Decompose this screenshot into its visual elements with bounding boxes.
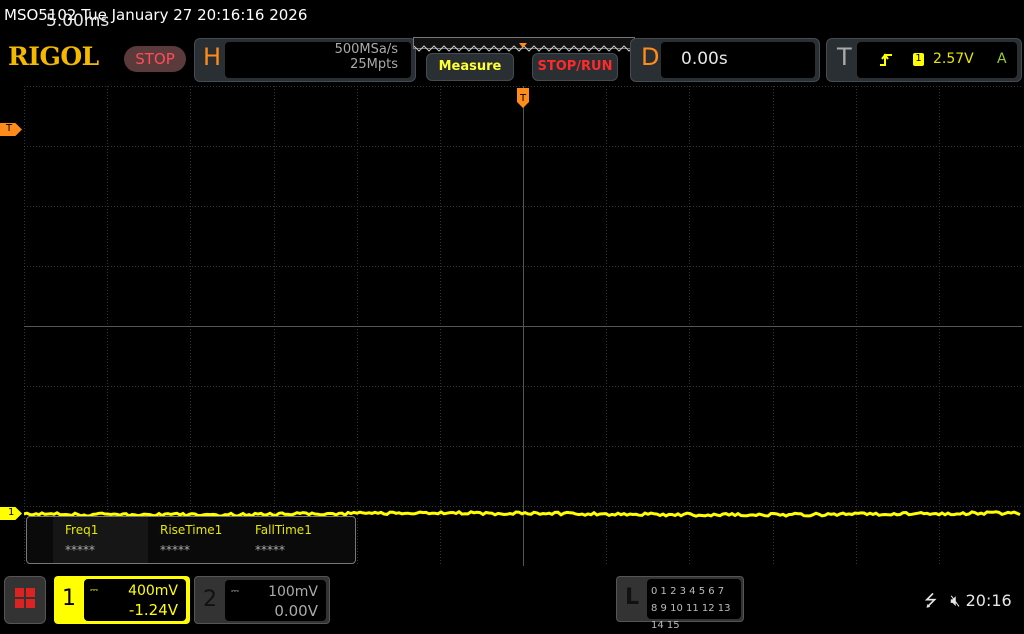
memory-depth: 25Mpts [300,57,398,72]
channel-offset: -1.24V [129,601,178,619]
trigger-panel[interactable]: T 1 2.57V A [826,38,1022,82]
delay-value: 0.00s [681,49,728,69]
rising-edge-icon [879,52,893,68]
dc-coupling-icon: ⎓ [90,585,98,596]
channel-offset: 0.00V [274,602,318,620]
channel-scale: 400mV [128,583,178,599]
trigger-source: 1 [913,53,924,66]
channel-1-panel[interactable]: 1 ⎓ 400mV -1.24V [54,576,190,624]
sample-info: 500MSa/s 25Mpts [300,42,398,72]
logic-analyzer-panel[interactable]: L 0 1 2 3 4 5 6 78 9 10 11 12 13 14 15 [616,576,744,622]
waveform-grid [24,86,1022,566]
measurement-item[interactable]: RiseTime1 ***** [148,517,243,563]
trigger-display: 1 2.57V A [857,42,1017,78]
clock-time: 20:16 [966,591,1012,610]
measure-button[interactable]: Measure [426,53,514,81]
measurement-value: ***** [255,543,338,557]
measurement-label: RiseTime1 [160,523,243,537]
delay-label: D [641,43,659,71]
usb-icon: ⭍ [924,591,937,610]
trigger-position-label: T [519,93,527,104]
speaker-muted-icon[interactable]: 🔇︎ [950,591,960,610]
measurement-panel: Freq1 ***** RiseTime1 ***** FallTime1 ***** [26,516,356,564]
channel-number: 1 [62,586,76,611]
logic-label: L [625,585,639,610]
ch1-offset-marker[interactable]: 1 [0,507,22,520]
trigger-mode: A [997,51,1007,67]
trigger-label: T [837,43,852,71]
status-bar: ⭍ 🔇︎ 20:16 [924,590,1012,617]
measurement-value: ***** [160,543,243,557]
measurement-item[interactable]: FallTime1 ***** [243,517,338,563]
measurement-item[interactable]: Freq1 ***** [53,517,148,563]
channel-2-panel[interactable]: 2 ⎓ 100mV 0.00V [194,576,330,624]
channel-scale: 100mV [268,584,318,600]
sample-rate: 500MSa/s [300,42,398,57]
main-menu-button[interactable] [4,576,46,624]
trigger-level: 2.57V [933,51,974,67]
trigger-position-marker[interactable]: T [517,88,529,108]
grid-menu-icon [5,577,45,623]
measurement-value: ***** [65,543,148,557]
channel-number: 2 [203,587,217,612]
timebase-value: 5.00ms [46,11,109,31]
measurement-label: Freq1 [65,523,148,537]
logic-channels-row1: 0 1 2 3 4 5 6 7 [651,583,741,600]
dc-coupling-icon: ⎓ [231,586,239,597]
trigger-level-marker[interactable]: T [0,123,22,136]
horizontal-label: H [203,43,221,71]
waveform-memory-strip [413,37,635,49]
measurement-label: FallTime1 [255,523,338,537]
run-state-badge: STOP [124,46,186,72]
stop-run-button[interactable]: STOP/RUN [532,53,618,81]
rigol-logo: RIGOL [8,42,99,71]
logic-channels-row2: 8 9 10 11 12 13 14 15 [651,600,741,634]
